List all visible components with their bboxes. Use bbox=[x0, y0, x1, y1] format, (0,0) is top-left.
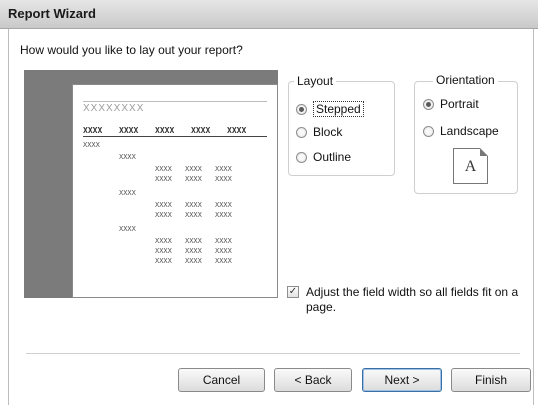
preview-cell: XXXX bbox=[215, 257, 232, 265]
preview-header-cell: XXXX bbox=[155, 126, 175, 135]
preview-cell: XXXX bbox=[119, 153, 136, 161]
preview-header-cell: XXXX bbox=[119, 126, 139, 135]
portrait-page-icon: A bbox=[453, 148, 488, 184]
preview-cell: XXXX bbox=[215, 211, 232, 219]
orientation-legend: Orientation bbox=[433, 73, 498, 87]
preview-cell: XXXX bbox=[155, 165, 172, 173]
preview-cell: XXXX bbox=[119, 189, 136, 197]
layout-preview-page: XXXXXXXX XXXX XXXX XXXX XXXX XXXX XXXX X… bbox=[72, 84, 278, 298]
adjust-width-checkbox[interactable]: ✓ bbox=[287, 286, 299, 298]
preview-cell: XXXX bbox=[155, 257, 172, 265]
preview-cell: XXXX bbox=[185, 165, 202, 173]
orientation-portrait-label: Portrait bbox=[440, 97, 479, 111]
radio-icon bbox=[296, 151, 307, 163]
preview-title: XXXXXXXX bbox=[83, 103, 145, 114]
window-title: Report Wizard bbox=[8, 6, 96, 21]
title-bar[interactable]: Report Wizard bbox=[0, 0, 538, 29]
question-text: How would you like to lay out your repor… bbox=[20, 43, 243, 57]
finish-button[interactable]: Finish bbox=[451, 368, 531, 392]
preview-cell: XXXX bbox=[119, 225, 136, 233]
orientation-portrait-radio[interactable]: Portrait bbox=[423, 97, 479, 111]
layout-block-radio[interactable]: Block bbox=[296, 125, 342, 139]
layout-legend: Layout bbox=[294, 74, 337, 88]
preview-cell: XXXX bbox=[185, 175, 202, 183]
adjust-width-label[interactable]: Adjust the field width so all fields fit… bbox=[306, 285, 521, 315]
radio-icon bbox=[423, 125, 434, 137]
layout-outline-label: Outline bbox=[313, 150, 352, 164]
preview-cell: XXXX bbox=[155, 201, 172, 209]
preview-cell: XXXX bbox=[215, 237, 232, 245]
preview-cell: XXXX bbox=[185, 201, 202, 209]
layout-stepped-radio[interactable]: Stepped bbox=[296, 101, 364, 117]
preview-cell: XXXX bbox=[155, 237, 172, 245]
preview-cell: XXXX bbox=[215, 201, 232, 209]
preview-header-cell: XXXX bbox=[83, 126, 103, 135]
preview-cell: XXXX bbox=[185, 257, 202, 265]
preview-cell: XXXX bbox=[155, 211, 172, 219]
layout-stepped-label: Stepped bbox=[313, 101, 364, 117]
preview-header-cell: XXXX bbox=[191, 126, 211, 135]
preview-title-rule bbox=[83, 101, 267, 102]
preview-cell: XXXX bbox=[185, 237, 202, 245]
preview-cell: XXXX bbox=[215, 165, 232, 173]
preview-cell: XXXX bbox=[185, 247, 202, 255]
radio-icon bbox=[296, 126, 307, 138]
preview-cell: XXXX bbox=[185, 211, 202, 219]
next-button[interactable]: Next > bbox=[362, 368, 442, 392]
radio-selected-icon bbox=[296, 103, 307, 115]
preview-cell: XXXX bbox=[155, 247, 172, 255]
preview-cell: XXXX bbox=[215, 175, 232, 183]
preview-header-rule bbox=[83, 136, 267, 137]
layout-block-label: Block bbox=[313, 125, 343, 139]
layout-outline-radio[interactable]: Outline bbox=[296, 150, 351, 164]
preview-header-cell: XXXX bbox=[227, 126, 247, 135]
orientation-landscape-radio[interactable]: Landscape bbox=[423, 124, 499, 138]
preview-cell: XXXX bbox=[83, 141, 100, 149]
back-button[interactable]: < Back bbox=[274, 368, 352, 392]
preview-cell: XXXX bbox=[155, 175, 172, 183]
page-fold bbox=[480, 148, 488, 156]
page-letter: A bbox=[464, 158, 477, 175]
preview-cell: XXXX bbox=[215, 247, 232, 255]
button-separator bbox=[26, 353, 520, 354]
radio-selected-icon bbox=[423, 98, 434, 110]
cancel-button[interactable]: Cancel bbox=[178, 368, 265, 392]
orientation-landscape-label: Landscape bbox=[440, 124, 499, 138]
